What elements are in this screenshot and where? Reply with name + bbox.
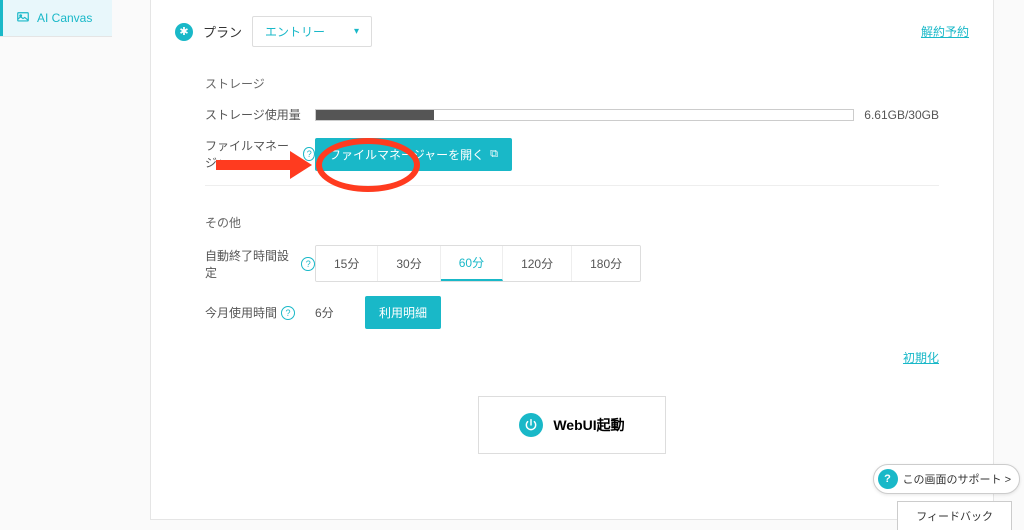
chevron-down-icon: ▾ [354,26,359,37]
timeout-option-120[interactable]: 120分 [503,246,572,281]
initialize-link[interactable]: 初期化 [903,351,939,365]
plan-icon: ✱ [175,23,193,41]
timeout-option-180[interactable]: 180分 [572,246,640,281]
canvas-icon [15,10,31,26]
external-link-icon: ⧉ [490,148,498,161]
monthly-usage-row: 今月使用時間 ? 6分 利用明細 [205,296,939,329]
sidebar: AI Canvas [0,0,112,37]
timeout-segment: 15分 30分 60分 120分 180分 [315,245,641,282]
timeout-option-30[interactable]: 30分 [378,246,440,281]
plan-select[interactable]: エントリー ▾ [252,16,372,47]
power-icon [519,413,543,437]
support-button[interactable]: ? この画面のサポート > [873,464,1020,494]
usage-detail-button[interactable]: 利用明細 [365,296,441,329]
plan-select-value: エントリー [265,23,325,40]
auto-end-label: 自動終了時間設定 ? [205,247,315,281]
help-icon[interactable]: ? [281,306,295,320]
monthly-usage-value: 6分 [315,304,345,321]
other-section-title: その他 [205,214,939,231]
storage-usage-label: ストレージ使用量 [205,106,315,123]
storage-usage-text: 6.61GB/30GB [864,108,939,122]
init-link-row: 初期化 [205,349,939,366]
file-manager-label: ファイルマネージャー ? [205,137,315,171]
timeout-option-60[interactable]: 60分 [441,246,503,281]
file-manager-row: ファイルマネージャー ? ファイルマネージャーを開く ⧉ [205,137,939,171]
storage-usage-row: ストレージ使用量 6.61GB/30GB [205,106,939,123]
question-icon: ? [878,469,898,489]
help-icon[interactable]: ? [301,257,315,271]
open-file-manager-button[interactable]: ファイルマネージャーを開く ⧉ [315,138,512,171]
plan-row: ✱ プラン エントリー ▾ 解約予約 [175,16,969,47]
divider [205,185,939,186]
storage-progress-bar [315,109,854,121]
feedback-button[interactable]: フィードバック [897,501,1012,530]
sidebar-item-ai-canvas[interactable]: AI Canvas [0,0,112,36]
timeout-option-15[interactable]: 15分 [316,246,378,281]
help-icon[interactable]: ? [303,147,315,161]
sidebar-item-label: AI Canvas [37,11,92,25]
monthly-usage-label: 今月使用時間 ? [205,304,315,321]
storage-section-title: ストレージ [205,75,939,92]
storage-progress-fill [316,110,434,120]
plan-label: プラン [203,22,242,41]
auto-end-row: 自動終了時間設定 ? 15分 30分 60分 120分 180分 [205,245,939,282]
webui-launch-button[interactable]: WebUI起動 [478,396,665,454]
webui-row: WebUI起動 [205,396,939,454]
main-panel: ✱ プラン エントリー ▾ 解約予約 ストレージ ストレージ使用量 6.61GB… [150,0,994,520]
cancel-reservation-link[interactable]: 解約予約 [921,23,969,40]
